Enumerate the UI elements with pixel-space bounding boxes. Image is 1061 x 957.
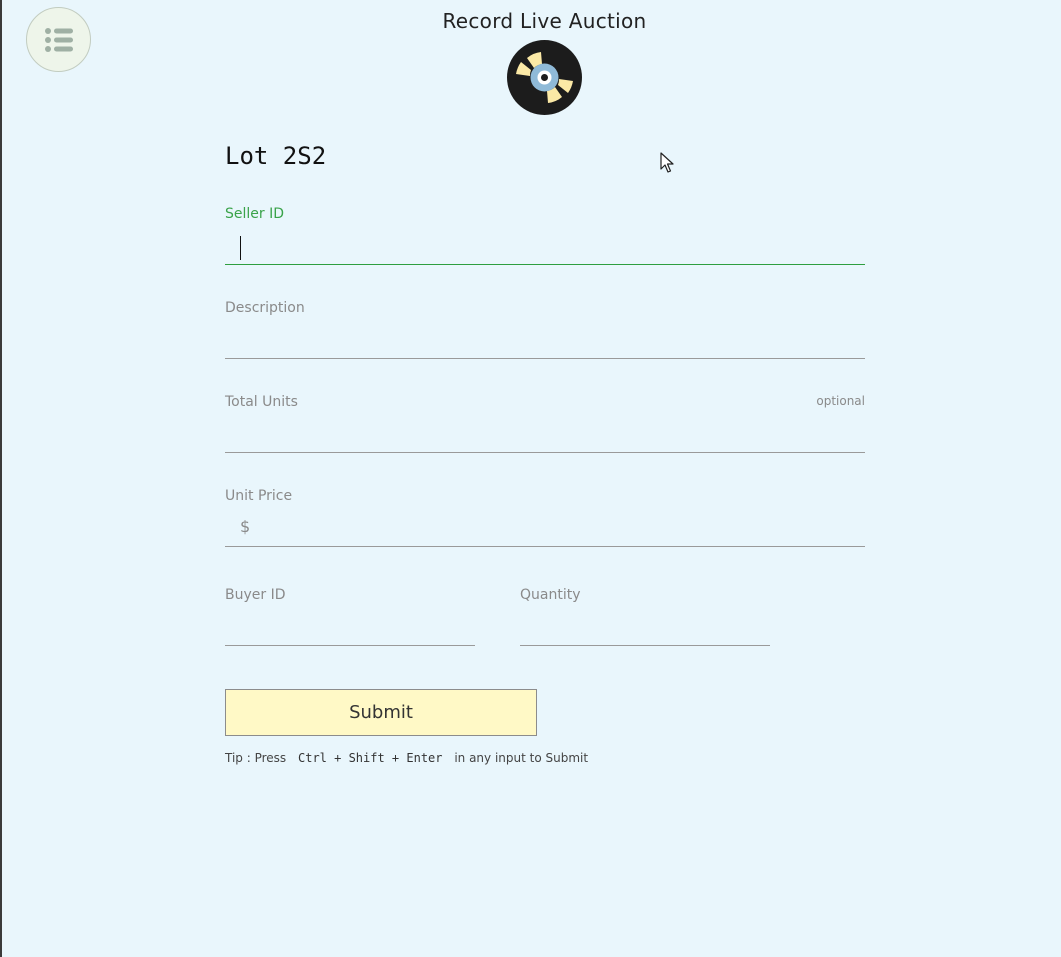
- dollar-prefix: $: [240, 517, 251, 536]
- submit-tip: Tip : Press Ctrl + Shift + Enter in any …: [225, 751, 588, 765]
- lot-title: Lot 2S2: [225, 142, 327, 170]
- seller-id-label: Seller ID: [225, 206, 285, 222]
- text-caret: [240, 236, 241, 260]
- quantity-field: Quantity: [520, 585, 770, 646]
- description-field: Description: [225, 298, 865, 359]
- app-frame: Record Live Auction Lot 2S2 Seller ID De…: [0, 0, 1061, 957]
- tip-shortcut: Ctrl + Shift + Enter: [298, 751, 443, 765]
- mouse-pointer-icon: [660, 152, 674, 173]
- unit-price-label: Unit Price: [225, 488, 293, 504]
- unit-price-field: Unit Price $: [225, 486, 865, 547]
- buyer-id-input[interactable]: [225, 612, 475, 646]
- total-units-field: Total Units optional: [225, 392, 865, 453]
- optional-tag: optional: [816, 394, 865, 408]
- seller-id-field: Seller ID: [225, 204, 865, 265]
- submit-button[interactable]: Submit: [225, 689, 537, 736]
- total-units-input[interactable]: [225, 419, 865, 453]
- app-title: Record Live Auction: [442, 9, 647, 33]
- tip-suffix: in any input to Submit: [454, 751, 589, 765]
- seller-id-input[interactable]: [225, 231, 865, 265]
- buyer-id-field: Buyer ID: [225, 585, 475, 646]
- unit-price-input[interactable]: [225, 513, 865, 547]
- description-input[interactable]: [225, 325, 865, 359]
- description-label: Description: [225, 300, 305, 316]
- buyer-id-label: Buyer ID: [225, 587, 286, 603]
- quantity-input[interactable]: [520, 612, 770, 646]
- vinyl-record-icon: [507, 40, 582, 115]
- tip-prefix: Tip : Press: [225, 751, 287, 765]
- quantity-label: Quantity: [520, 587, 581, 603]
- total-units-label: Total Units: [225, 394, 298, 410]
